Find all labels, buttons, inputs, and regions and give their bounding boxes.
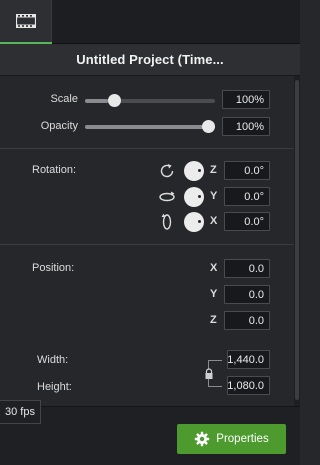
rotation-x-dial[interactable] — [184, 212, 204, 232]
height-field[interactable]: 1,080.0 — [227, 376, 270, 395]
scrollbar-thumb[interactable] — [295, 80, 299, 400]
rotation-x-axis-label: X — [210, 215, 218, 227]
width-label: Width: — [37, 354, 69, 366]
position-z-field[interactable]: 0.0 — [224, 311, 270, 330]
rotate-z-icon[interactable] — [158, 162, 176, 180]
scale-slider-fill — [85, 99, 109, 103]
panel-title: Untitled Project (Time... — [76, 52, 224, 67]
scale-value-field[interactable]: 100% — [222, 90, 270, 109]
position-label: Position: — [32, 262, 75, 274]
tab-visual-properties[interactable] — [0, 0, 52, 44]
lock-icon[interactable] — [204, 368, 214, 380]
properties-button-label: Properties — [216, 433, 269, 445]
position-x-field[interactable]: 0.0 — [224, 259, 270, 278]
opacity-slider[interactable] — [85, 125, 215, 129]
height-label: Height: — [37, 381, 72, 393]
section-divider — [0, 244, 294, 245]
gear-icon — [195, 431, 210, 447]
rotation-y-field[interactable]: 0.0° — [224, 187, 270, 206]
width-field[interactable]: 1,440.0 — [227, 350, 270, 369]
position-z-axis-label: Z — [210, 314, 217, 326]
rotation-y-dial[interactable] — [184, 187, 204, 207]
rotation-z-axis-label: Z — [210, 164, 217, 176]
opacity-slider-fill — [85, 125, 215, 129]
scale-slider[interactable] — [85, 99, 215, 103]
rotation-label: Rotation: — [32, 164, 77, 176]
rotation-z-dial[interactable] — [184, 161, 204, 181]
rotation-z-field[interactable]: 0.0° — [224, 161, 270, 180]
position-y-field[interactable]: 0.0 — [224, 285, 270, 304]
panel-scrollbar[interactable] — [294, 76, 300, 406]
position-y-axis-label: Y — [210, 288, 218, 300]
section-divider — [0, 148, 294, 149]
opacity-value-field[interactable]: 100% — [222, 117, 270, 136]
rotation-x-field[interactable]: 0.0° — [224, 212, 270, 231]
panel-title-bar: Untitled Project (Time... — [0, 44, 300, 76]
fps-indicator[interactable]: 30 fps — [0, 400, 41, 424]
film-icon — [16, 14, 36, 28]
scale-slider-thumb[interactable] — [108, 94, 121, 107]
rotation-y-axis-label: Y — [210, 190, 218, 202]
rotate-x-icon[interactable] — [158, 213, 176, 231]
properties-button[interactable]: Properties — [177, 424, 286, 454]
position-x-axis-label: X — [210, 262, 218, 274]
scale-label: Scale — [50, 93, 78, 105]
opacity-slider-thumb[interactable] — [202, 120, 215, 133]
tab-bar — [0, 0, 300, 44]
opacity-label: Opacity — [40, 120, 78, 132]
rotate-y-icon[interactable] — [158, 188, 176, 206]
